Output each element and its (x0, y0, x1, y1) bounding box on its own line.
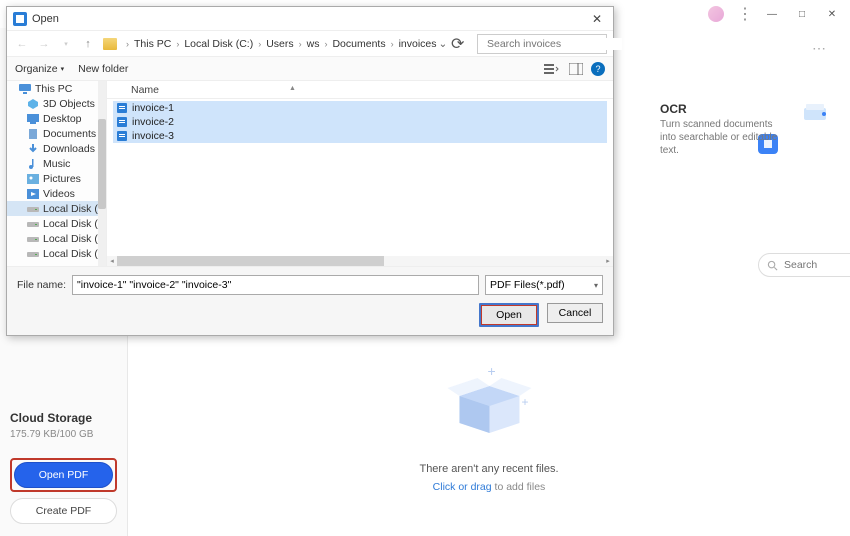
open-pdf-button[interactable]: Open PDF (14, 462, 113, 488)
tree-item[interactable]: Music (7, 156, 106, 171)
tree-scrollbar[interactable] (98, 81, 106, 266)
nav-up-icon[interactable]: ↑ (79, 35, 97, 53)
folder-icon (103, 38, 117, 50)
3d-icon (27, 99, 39, 109)
dialog-footer: File name: PDF Files(*.pdf)▾ Open Cancel (7, 266, 613, 335)
view-mode-icon[interactable] (543, 61, 561, 77)
cloud-storage-title: Cloud Storage (10, 411, 117, 425)
user-avatar[interactable] (708, 6, 724, 22)
vids-icon (27, 189, 39, 199)
pics-icon (27, 174, 39, 184)
disk-icon (27, 234, 39, 244)
maximize-button[interactable]: □ (788, 3, 816, 25)
breadcrumb-dropdown-icon[interactable]: ⌄ (439, 38, 447, 50)
nav-forward-icon[interactable]: → (35, 35, 53, 53)
dialog-nav-bar: ← → ▾ ↑ › This PC› Local Disk (C:)› User… (7, 31, 613, 57)
search-box[interactable] (758, 253, 850, 277)
pdf-file-icon (117, 103, 127, 113)
preview-pane-icon[interactable] (567, 61, 585, 77)
file-open-dialog: Open ✕ ← → ▾ ↑ › This PC› Local Disk (C:… (6, 6, 614, 336)
music-icon (27, 159, 39, 169)
tree-item[interactable]: Desktop (7, 111, 106, 126)
tree-item[interactable]: Downloads (7, 141, 106, 156)
svg-text:+: + (521, 395, 528, 409)
file-type-filter[interactable]: PDF Files(*.pdf)▾ (485, 275, 603, 295)
pdf-file-icon (117, 117, 127, 127)
down-icon (27, 144, 39, 154)
tree-item[interactable]: Local Disk (D:) (7, 216, 106, 231)
column-header[interactable]: Name ▲ (107, 81, 613, 99)
scanner-icon (802, 102, 830, 124)
app-icon (13, 12, 27, 26)
file-list[interactable]: invoice-1invoice-2invoice-3 (107, 99, 613, 256)
ocr-title: OCR (660, 102, 790, 116)
dialog-title: Open (32, 13, 587, 25)
create-pdf-button[interactable]: Create PDF (10, 498, 117, 524)
empty-box-icon: + + (439, 368, 539, 438)
new-folder-button[interactable]: New folder (78, 63, 128, 75)
open-button[interactable]: Open (481, 305, 537, 325)
open-pdf-highlight: Open PDF (10, 458, 117, 492)
filename-input[interactable] (72, 275, 479, 295)
breadcrumb[interactable]: › This PC› Local Disk (C:)› Users› ws› D… (123, 38, 447, 50)
file-toolbar (758, 252, 830, 278)
tree-item[interactable]: Local Disk (C:) (7, 201, 106, 216)
sort-indicator-icon: ▲ (289, 85, 296, 92)
help-icon[interactable]: ? (591, 62, 605, 76)
horizontal-scrollbar[interactable]: ◂ ▸ (107, 256, 613, 266)
tree-item[interactable]: Local Disk (F:) (7, 246, 106, 261)
dialog-search-input[interactable] (487, 38, 622, 50)
dialog-titlebar: Open ✕ (7, 7, 613, 31)
folder-tree[interactable]: This PC3D ObjectsDesktopDocumentsDownloa… (7, 81, 107, 266)
tree-item[interactable]: Local Disk (E:) (7, 231, 106, 246)
tree-item[interactable]: 3D Objects (7, 96, 106, 111)
tree-item[interactable]: Pictures (7, 171, 106, 186)
svg-text:+: + (487, 368, 495, 379)
nav-back-icon[interactable]: ← (13, 35, 31, 53)
disk-icon (27, 219, 39, 229)
tree-item[interactable]: Videos (7, 186, 106, 201)
minimize-button[interactable]: — (758, 3, 786, 25)
file-row[interactable]: invoice-3 (113, 129, 607, 143)
close-button[interactable]: ✕ (818, 3, 846, 25)
pdf-file-icon (117, 131, 127, 141)
filename-label: File name: (17, 279, 66, 291)
search-icon (767, 260, 778, 271)
open-button-highlight: Open (479, 303, 539, 327)
docs-icon (27, 129, 39, 139)
dialog-search-box[interactable] (477, 34, 607, 54)
empty-state: + + There aren't any recent files. Click… (419, 368, 558, 493)
ocr-card[interactable]: OCR Turn scanned documents into searchab… (660, 102, 830, 157)
search-input[interactable] (784, 259, 850, 271)
disk-icon (27, 249, 39, 259)
organize-menu[interactable]: Organize▾ (15, 63, 64, 75)
desktop-icon (27, 114, 39, 124)
dialog-content: This PC3D ObjectsDesktopDocumentsDownloa… (7, 81, 613, 266)
file-list-pane: Name ▲ invoice-1invoice-2invoice-3 ◂ ▸ (107, 81, 613, 266)
empty-state-link[interactable]: Click or drag to add files (419, 481, 558, 493)
pc-icon (19, 84, 31, 94)
dialog-close-button[interactable]: ✕ (587, 10, 607, 28)
nav-recent-icon[interactable]: ▾ (57, 35, 75, 53)
empty-state-text: There aren't any recent files. (419, 463, 558, 475)
file-row[interactable]: invoice-2 (113, 115, 607, 129)
tree-item[interactable]: Documents (7, 126, 106, 141)
cancel-button[interactable]: Cancel (547, 303, 603, 323)
dialog-toolbar: Organize▾ New folder ? (7, 57, 613, 81)
nav-refresh-icon[interactable]: ⟳ (451, 34, 469, 54)
file-row[interactable]: invoice-1 (113, 101, 607, 115)
more-actions-icon[interactable]: ⋯ (812, 40, 828, 57)
disk-icon (27, 204, 39, 214)
cloud-storage-usage: 175.79 KB/100 GB (10, 429, 117, 440)
kebab-menu-icon[interactable]: ⋮ (734, 3, 756, 25)
ocr-description: Turn scanned documents into searchable o… (660, 118, 790, 157)
tree-item[interactable]: This PC (7, 81, 106, 96)
